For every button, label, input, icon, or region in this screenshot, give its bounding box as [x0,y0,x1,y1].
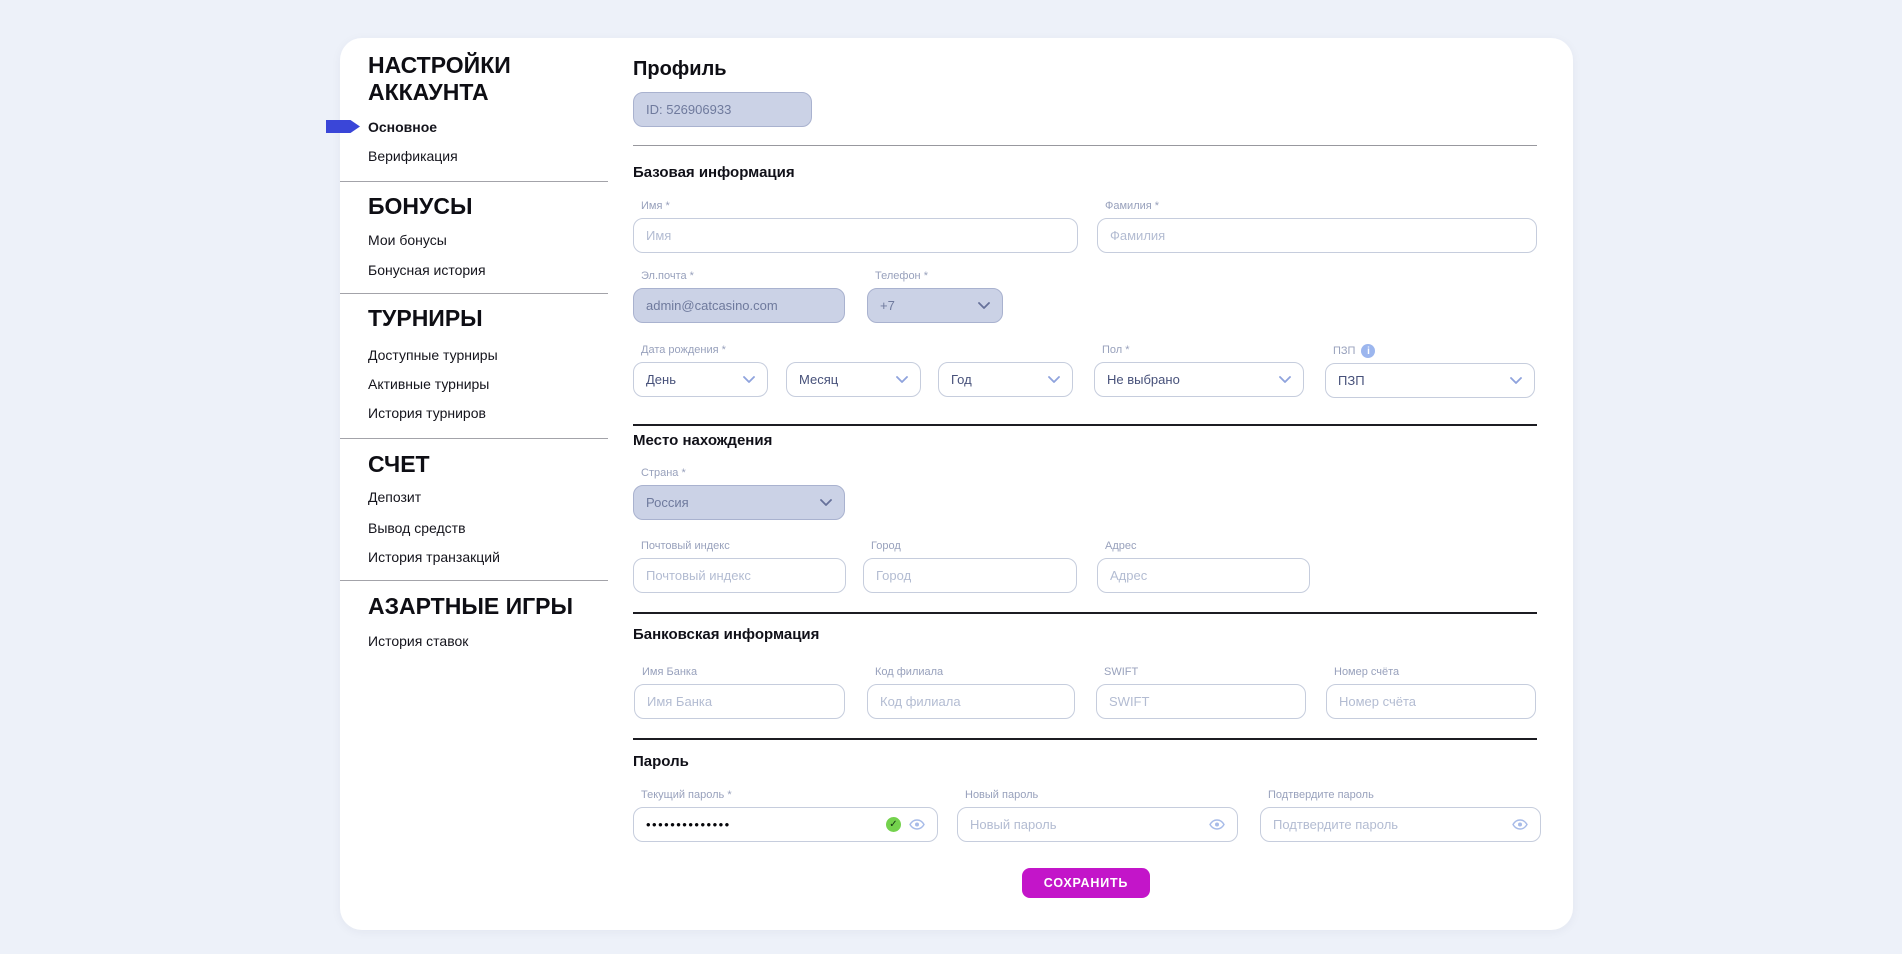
address-field: Адрес [1097,540,1310,593]
valid-check-icon: ✓ [886,817,901,832]
section-divider [633,424,1537,426]
email-field: Эл.почта * admin@catcasino.com [633,270,845,323]
new-password-label: Новый пароль [965,789,1238,802]
chevron-down-icon [820,499,832,506]
birth-month-value: Месяц [799,372,896,387]
birth-month-select[interactable]: Месяц [786,362,921,397]
current-password-field: Текущий пароль * ✓ [633,789,938,842]
bank-name-input[interactable] [647,694,832,709]
birth-day-field: Дата рождения * День [633,344,768,397]
birth-year-value: Год [951,372,1048,387]
last-name-field: Фамилия * [1097,200,1537,253]
first-name-input[interactable] [646,228,1065,243]
chevron-down-icon [1510,377,1522,384]
country-value: Россия [646,495,820,510]
pzp-field: ПЗП i ПЗП [1325,344,1535,398]
last-name-input[interactable] [1110,228,1524,243]
email-value: admin@catcasino.com [646,298,832,313]
info-icon[interactable]: i [1361,344,1375,358]
pzp-select[interactable]: ПЗП [1325,363,1535,398]
postal-code-input[interactable] [646,568,833,583]
eye-icon[interactable] [1512,819,1528,830]
birth-day-value: День [646,372,743,387]
eye-icon[interactable] [909,819,925,830]
gender-value: Не выбрано [1107,372,1279,387]
profile-id-field: ID: 526906933 [633,92,812,127]
postal-code-field: Почтовый индекс [633,540,846,593]
new-password-input[interactable] [970,817,1201,832]
account-number-label: Номер счёта [1334,666,1536,679]
profile-id-value: ID: 526906933 [646,102,799,117]
new-password-field: Новый пароль [957,789,1238,842]
chevron-down-icon [1048,376,1060,383]
pzp-label-text: ПЗП [1333,345,1355,358]
profile-content: Профиль ID: 526906933 Базовая информация… [340,38,1573,930]
bank-name-field: Имя Банка [634,666,845,719]
postal-code-label: Почтовый индекс [641,540,846,553]
country-select: Россия [633,485,845,520]
account-settings-card: НАСТРОЙКИ АККАУНТА Основное Верификация … [340,38,1573,930]
birth-month-field: Месяц [786,362,921,397]
gender-label: Пол * [1102,344,1304,357]
page-title: Профиль [633,58,727,81]
page-background: НАСТРОЙКИ АККАУНТА Основное Верификация … [0,0,1902,954]
chevron-down-icon [896,376,908,383]
profile-id-box: ID: 526906933 [633,92,812,127]
email-label: Эл.почта * [641,270,845,283]
pzp-label: ПЗП i [1333,344,1535,358]
basic-info-heading: Базовая информация [633,164,795,181]
city-input[interactable] [876,568,1064,583]
current-password-input[interactable] [646,817,880,832]
bank-info-heading: Банковская информация [633,626,819,643]
birth-year-select[interactable]: Год [938,362,1073,397]
branch-code-input[interactable] [880,694,1062,709]
chevron-down-icon [743,376,755,383]
pzp-value: ПЗП [1338,373,1510,388]
country-field: Страна * Россия [633,467,845,520]
birth-year-field: Год [938,362,1073,397]
birth-day-select[interactable]: День [633,362,768,397]
swift-field: SWIFT [1096,666,1306,719]
account-number-input[interactable] [1339,694,1523,709]
phone-code-select: +7 [867,288,1003,323]
save-button[interactable]: СОХРАНИТЬ [1022,868,1150,898]
city-field: Город [863,540,1077,593]
eye-icon[interactable] [1209,819,1225,830]
location-heading: Место нахождения [633,432,772,449]
email-box: admin@catcasino.com [633,288,845,323]
address-label: Адрес [1105,540,1310,553]
confirm-password-input[interactable] [1273,817,1504,832]
first-name-field: Имя * [633,200,1078,253]
section-divider [633,145,1537,146]
gender-select[interactable]: Не выбрано [1094,362,1304,397]
country-label: Страна * [641,467,845,480]
section-divider [633,738,1537,740]
gender-field: Пол * Не выбрано [1094,344,1304,397]
chevron-down-icon [1279,376,1291,383]
address-input[interactable] [1110,568,1297,583]
confirm-password-label: Подтвердите пароль [1268,789,1541,802]
chevron-down-icon [978,302,990,309]
last-name-label: Фамилия * [1105,200,1537,213]
phone-field: Телефон * +7 [867,270,1003,323]
confirm-password-field: Подтвердите пароль [1260,789,1541,842]
branch-code-label: Код филиала [875,666,1075,679]
birth-date-label: Дата рождения * [641,344,768,357]
swift-label: SWIFT [1104,666,1306,679]
phone-label: Телефон * [875,270,1003,283]
branch-code-field: Код филиала [867,666,1075,719]
city-label: Город [871,540,1077,553]
swift-input[interactable] [1109,694,1293,709]
password-heading: Пароль [633,753,689,770]
phone-code-value: +7 [880,298,978,313]
current-password-label: Текущий пароль * [641,789,938,802]
section-divider [633,612,1537,614]
bank-name-label: Имя Банка [642,666,845,679]
account-number-field: Номер счёта [1326,666,1536,719]
first-name-label: Имя * [641,200,1078,213]
